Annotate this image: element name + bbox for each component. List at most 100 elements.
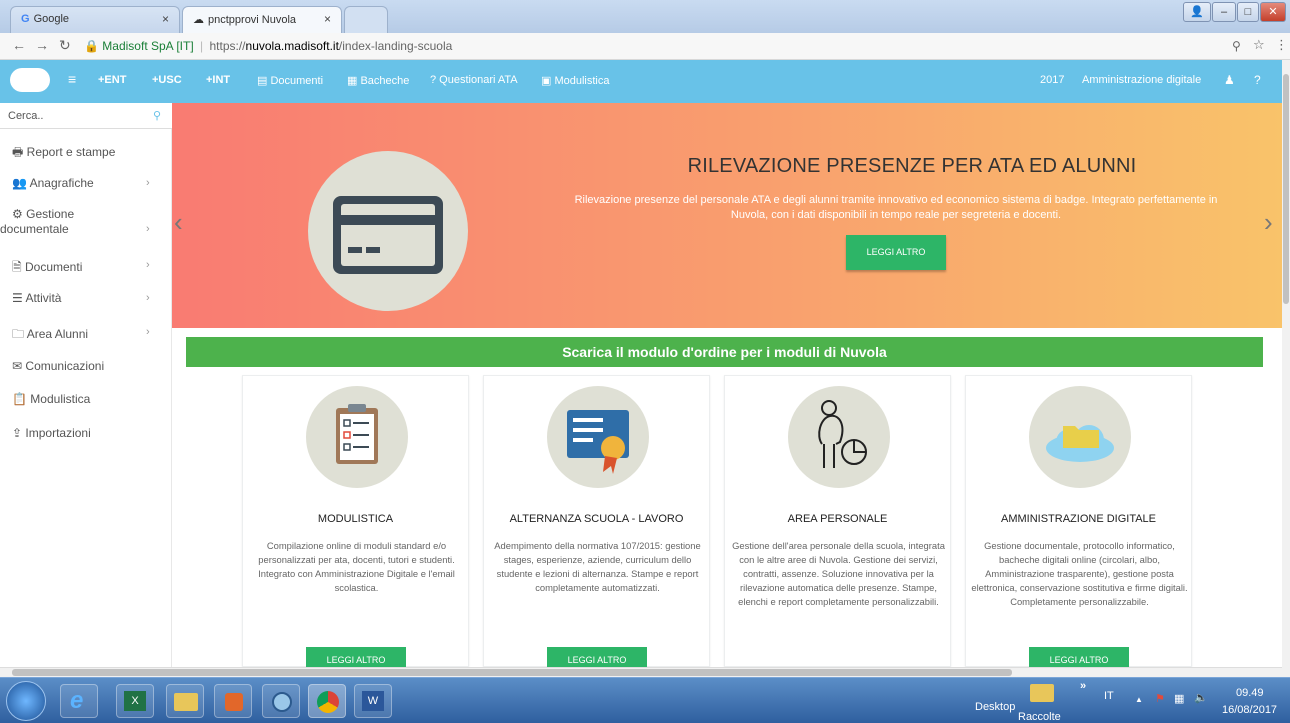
lock-icon: 🔒 bbox=[84, 39, 99, 53]
new-tab-button[interactable] bbox=[344, 6, 388, 33]
gears-icon: ⚙ bbox=[12, 207, 23, 221]
nav-documenti[interactable]: ▤ Documenti bbox=[257, 74, 323, 87]
ie-icon[interactable]: e bbox=[60, 684, 98, 718]
tab-google[interactable]: G Google × bbox=[10, 6, 180, 33]
libraries-icon[interactable] bbox=[1030, 684, 1054, 702]
briefcase-icon: ▣ bbox=[541, 75, 555, 87]
nav-int[interactable]: +INT bbox=[206, 74, 230, 86]
network-icon[interactable]: ▦ bbox=[1174, 692, 1184, 705]
reload-icon[interactable]: ↻ bbox=[59, 37, 71, 54]
sidebar-item-modulistica[interactable]: 📋 Modulistica bbox=[12, 392, 90, 406]
sidebar-item-documenti[interactable]: 🗎 Documenti › bbox=[12, 258, 150, 279]
maximize-icon[interactable]: □ bbox=[1237, 2, 1259, 22]
word-icon[interactable]: W bbox=[354, 684, 392, 718]
volume-icon[interactable]: 🔈 bbox=[1194, 691, 1208, 704]
profile-icon[interactable]: 👤 bbox=[1183, 2, 1211, 22]
toolbar-chevron-icon[interactable]: » bbox=[1080, 680, 1086, 692]
zoom-icon[interactable]: ⚲ bbox=[1232, 39, 1241, 53]
carousel-next-icon[interactable]: › bbox=[1264, 207, 1273, 238]
sidebar-item-report[interactable]: 🖶 Report e stampe bbox=[12, 143, 115, 164]
scrollbar-thumb[interactable] bbox=[12, 669, 1012, 676]
nav-modulistica[interactable]: ▣ Modulistica bbox=[541, 74, 609, 87]
folder-icon: 🗀 bbox=[12, 327, 25, 341]
close-window-icon[interactable]: ✕ bbox=[1260, 2, 1286, 22]
excel-icon[interactable]: X bbox=[116, 684, 154, 718]
tab-label: pnctpprovi Nuvola bbox=[208, 14, 297, 26]
year-selector[interactable]: 2017 bbox=[1040, 74, 1064, 86]
desktop-toolbar[interactable]: Desktop bbox=[975, 701, 1015, 713]
url-path: /index-landing-scuola bbox=[338, 39, 453, 53]
browser-tab-bar: G Google × ☁ pnctpprovi Nuvola × 👤 – □ ✕ bbox=[0, 0, 1290, 33]
card-read-more-button[interactable]: LEGGI ALTRO bbox=[1029, 647, 1129, 668]
tab-nuvola[interactable]: ☁ pnctpprovi Nuvola × bbox=[182, 6, 342, 33]
url-field[interactable]: 🔒 Madisoft SpA [IT] | https://nuvola.mad… bbox=[84, 36, 1264, 57]
card-read-more-button[interactable]: LEGGI ALTRO bbox=[547, 647, 647, 668]
tab-close-icon[interactable]: × bbox=[162, 12, 169, 26]
action-center-icon[interactable]: ⚑ bbox=[1155, 692, 1165, 705]
menu-icon[interactable]: ⋮ bbox=[1275, 37, 1288, 53]
sidebar: Cerca.. ⚲ 🖶 Report e stampe 👥 Anagrafich… bbox=[0, 103, 172, 667]
admin-digitale-link[interactable]: Amministrazione digitale bbox=[1082, 74, 1201, 86]
media-player-icon[interactable] bbox=[214, 684, 252, 718]
hero-read-more-button[interactable]: LEGGI ALTRO bbox=[846, 235, 946, 270]
board-icon: ▦ bbox=[347, 75, 361, 87]
card-title: AMMINISTRAZIONE DIGITALE bbox=[1000, 513, 1157, 525]
tray-expand-icon[interactable]: ▲ bbox=[1135, 695, 1143, 704]
nav-usc[interactable]: +USC bbox=[152, 74, 182, 86]
checklist-icon bbox=[306, 386, 408, 488]
address-bar-row: ← → ↻ 🔒 Madisoft SpA [IT] | https://nuvo… bbox=[0, 33, 1290, 60]
nav-bacheche[interactable]: ▦ Bacheche bbox=[347, 74, 409, 87]
card-description: Gestione documentale, protocollo informa… bbox=[971, 540, 1188, 607]
forward-icon[interactable]: → bbox=[35, 37, 49, 53]
back-icon[interactable]: ← bbox=[12, 37, 26, 53]
hamburger-icon[interactable]: ≡ bbox=[68, 71, 76, 87]
sidebar-item-anagrafiche[interactable]: 👥 Anagrafiche › bbox=[12, 176, 150, 190]
search-input[interactable]: Cerca.. bbox=[8, 110, 43, 122]
certificate-icon bbox=[547, 386, 649, 488]
document-icon: ▤ bbox=[257, 75, 271, 87]
vertical-scrollbar[interactable] bbox=[1282, 60, 1290, 677]
star-icon[interactable]: ☆ bbox=[1253, 37, 1265, 53]
user-icon[interactable]: ♟ bbox=[1224, 73, 1235, 87]
start-button[interactable] bbox=[6, 681, 46, 721]
tab-close-icon[interactable]: × bbox=[324, 12, 331, 26]
carousel-prev-icon[interactable]: ‹ bbox=[174, 207, 183, 238]
nav-ent[interactable]: +ENT bbox=[98, 74, 126, 86]
card-alternanza: ALTERNANZA SCUOLA - LAVORO Adempimento d… bbox=[483, 375, 710, 668]
card-description: Adempimento della normativa 107/2015: ge… bbox=[494, 540, 701, 593]
cloud-icon: ☁ bbox=[193, 14, 204, 26]
search-icon[interactable]: ⚲ bbox=[153, 109, 161, 122]
chevron-right-icon: › bbox=[146, 259, 150, 271]
nuvola-logo-icon[interactable] bbox=[10, 68, 50, 92]
clock-time[interactable]: 09.49 bbox=[1236, 687, 1264, 699]
sidebar-item-importazioni[interactable]: ⇪ Importazioni bbox=[12, 426, 91, 440]
app-top-nav: ≡ +ENT +USC +INT ▤ Documenti ▦ Bacheche … bbox=[0, 60, 1282, 103]
url-scheme: https:// bbox=[209, 39, 246, 53]
help-icon[interactable]: ? bbox=[1254, 73, 1261, 87]
document-icon: 🗎 bbox=[12, 260, 22, 274]
card-description: Compilazione online di moduli standard e… bbox=[258, 540, 455, 593]
clock-date[interactable]: 16/08/2017 bbox=[1222, 704, 1277, 716]
order-module-banner[interactable]: Scarica il modulo d'ordine per i moduli … bbox=[186, 337, 1263, 367]
hero-description: Rilevazione presenze del personale ATA e… bbox=[574, 194, 1218, 221]
sidebar-item-comunicazioni[interactable]: ✉ Comunicazioni bbox=[12, 359, 104, 373]
nav-questionari[interactable]: ? Questionari ATA bbox=[430, 74, 518, 86]
raccolte-label[interactable]: Raccolte bbox=[1018, 711, 1061, 723]
horizontal-scrollbar[interactable] bbox=[0, 667, 1282, 677]
minimize-icon[interactable]: – bbox=[1212, 2, 1236, 22]
chrome-icon[interactable] bbox=[308, 684, 346, 718]
chevron-right-icon: › bbox=[146, 223, 150, 235]
sidebar-search[interactable]: Cerca.. ⚲ bbox=[0, 103, 172, 129]
scrollbar-thumb[interactable] bbox=[1283, 74, 1289, 304]
chevron-right-icon: › bbox=[146, 292, 150, 304]
sidebar-item-attivita[interactable]: ☰ Attività › bbox=[12, 291, 150, 305]
card-read-more-button[interactable]: LEGGI ALTRO bbox=[306, 647, 406, 668]
app-icon[interactable] bbox=[262, 684, 300, 718]
explorer-icon[interactable] bbox=[166, 684, 204, 718]
card-amministrazione-digitale: AMMINISTRAZIONE DIGITALE Gestione docume… bbox=[965, 375, 1192, 668]
sidebar-item-gestione[interactable]: ⚙ Gestione documentale › bbox=[0, 207, 150, 237]
hero-carousel: ‹ › RILEVAZIONE PRESENZE PER ATA ED ALUN… bbox=[172, 103, 1282, 328]
card-modulistica: MODULISTICA Compilazione online di modul… bbox=[242, 375, 469, 668]
sidebar-item-area-alunni[interactable]: 🗀 Area Alunni › bbox=[12, 325, 150, 346]
language-indicator[interactable]: IT bbox=[1104, 690, 1114, 702]
